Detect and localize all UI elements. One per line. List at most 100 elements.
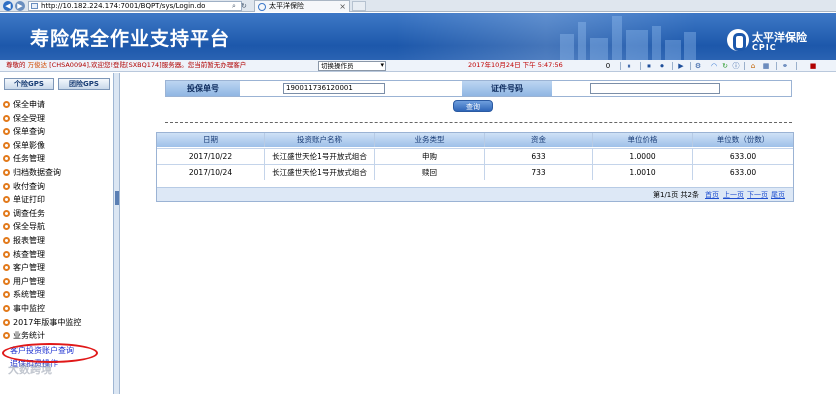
sidebar-item[interactable]: 报表管理 [3,235,45,247]
sidebar-item[interactable]: 单证打印 [3,194,45,206]
id-number-input[interactable] [590,83,720,94]
sidebar-item[interactable]: 归档数据查询 [3,167,61,179]
policy-number-input[interactable]: 190011736120001 [283,83,385,94]
tab-individual-gps[interactable]: 个险GPS [4,78,54,90]
sidebar-item[interactable]: 2017年版事中监控 [3,317,81,329]
first-page-link[interactable]: 首页 [705,188,719,202]
circle-icon [3,291,10,299]
sidebar-item[interactable]: 保单影像 [3,140,45,152]
close-tab-icon[interactable]: × [339,1,346,12]
circle-icon [3,223,10,231]
tab-group-gps[interactable]: 团险GPS [58,78,110,90]
column-header[interactable]: 投资账户名称 [265,133,375,147]
circle-icon [3,250,10,258]
new-tab-button[interactable] [352,1,366,11]
address-bar[interactable]: http://10.182.224.174:7001/BQPT/sys/Logi… [28,1,242,11]
browser-tab[interactable]: 太平洋保险 × [254,0,350,12]
refresh-icon[interactable]: ↻ [241,1,247,11]
cell-unit-price: 1.0010 [593,165,693,180]
binoculars-icon[interactable]: ⚭ [780,61,790,71]
switch-operator-select[interactable]: 切换操作员 [318,61,386,71]
highlight-annotation [2,343,98,363]
column-header[interactable]: 资金 [485,133,593,147]
circle-icon [3,101,10,108]
pagination: 第1/1页 共2条 首页 上一页 下一页 尾页 [157,187,793,201]
sidebar-item[interactable]: 调查任务 [3,208,45,220]
column-header[interactable]: 业务类型 [375,133,485,147]
column-header[interactable]: 单位数（份数） [693,133,793,147]
circle-icon [3,332,10,340]
sidebar-item[interactable]: 事中监控 [3,303,45,315]
stop-icon[interactable]: ⏹ [644,61,654,71]
info-bar: 尊敬的 万俊达 [CHSA0094],欢迎您!登陆[SXBQ174]服务器。您当… [0,60,836,72]
app-title: 寿险保全作业支持平台 [30,28,231,50]
prev-page-link[interactable]: 上一页 [723,188,744,202]
cpic-logo-icon [727,29,749,51]
browser-toolbar: ◀ ▶ http://10.182.224.174:7001/BQPT/sys/… [0,0,836,12]
logo-abbr: CPIC [752,43,777,52]
current-datetime: 2017年10月24日 下午 5:47:56 [468,61,563,69]
grid-icon[interactable]: ▦ [761,61,771,71]
refresh-status-icon[interactable]: ↻ [720,61,730,71]
sidebar-item[interactable]: 保全申请 [3,99,45,111]
info-icon[interactable]: ⓘ [731,61,741,71]
tab-favicon-icon [258,3,266,11]
cell-date: 2017/10/22 [157,149,265,164]
cell-account: 长江盛世天伦1号开放式组合 [265,165,375,180]
forward-icon[interactable]: ▶ [15,1,25,11]
wifi-icon[interactable]: ◠ [709,61,719,71]
table-row[interactable]: 2017/10/22 长江盛世天伦1号开放式组合 申购 633 1.0000 6… [157,148,793,164]
tab-title: 太平洋保险 [269,2,304,10]
sidebar-item[interactable]: 核查管理 [3,249,45,261]
sidebar-item[interactable]: 收付查询 [3,181,45,193]
sidebar-item[interactable]: 业务统计 [3,330,45,342]
cell-amount: 733 [485,165,593,180]
last-page-link[interactable]: 尾页 [771,188,785,202]
address-text: http://10.182.224.174:7001/BQPT/sys/Logi… [41,2,206,10]
collapse-handle-icon[interactable] [115,191,119,205]
back-icon[interactable]: ◀ [3,1,13,11]
settings-icon[interactable]: ⚙ [693,61,703,71]
home-icon[interactable]: ⌂ [748,61,758,71]
circle-icon [3,114,10,122]
circle-icon [3,264,10,272]
id-number-label: 证件号码 [462,81,552,96]
divider [165,122,792,123]
sidebar-item[interactable]: 保全受理 [3,113,45,125]
next-page-link[interactable]: 下一页 [747,188,768,202]
cell-type: 申购 [375,149,485,164]
column-header[interactable]: 日期 [157,133,265,147]
circle-icon [3,155,10,163]
sidebar-item[interactable]: 保全导航 [3,221,45,233]
query-form: 投保单号 190011736120001 证件号码 [165,80,792,97]
column-header[interactable]: 单位价格 [593,133,693,147]
sidebar-item[interactable]: 客户管理 [3,262,45,274]
sidebar-item[interactable]: 任务管理 [3,153,45,165]
exit-icon[interactable]: ■ [808,61,818,71]
circle-icon [3,182,10,190]
circle-icon [3,196,10,204]
search-button[interactable]: 查询 [453,100,493,112]
results-table: 日期 投资账户名称 业务类型 资金 单位价格 单位数（份数） 2017/10/2… [156,132,794,202]
app-banner: 寿险保全作业支持平台 太平洋保险 CPIC [0,13,836,60]
table-row[interactable]: 2017/10/24 长江盛世天伦1号开放式组合 赎回 733 1.0010 6… [157,164,793,180]
circle-icon [3,237,10,244]
pause-icon[interactable]: ⏸ [624,61,634,71]
sidebar-splitter[interactable] [114,73,120,394]
page-icon [31,3,38,9]
play-icon[interactable]: ▶ [676,61,686,71]
sidebar-item[interactable]: 系统管理 [3,289,45,301]
circle-icon [3,209,10,217]
cell-unit-price: 1.0000 [593,149,693,164]
cell-amount: 633 [485,149,593,164]
cell-date: 2017/10/24 [157,165,265,180]
record-icon[interactable]: ⏺ [657,61,667,71]
message-count: 0 [605,62,611,70]
sidebar-item[interactable]: 用户管理 [3,276,45,288]
policy-number-label: 投保单号 [166,81,240,96]
circle-icon [3,318,10,326]
page-info: 第1/1页 共2条 [653,191,699,199]
circle-icon [3,277,10,285]
sidebar-item[interactable]: 保单查询 [3,126,45,138]
search-icon[interactable]: ⌕ [232,1,236,11]
